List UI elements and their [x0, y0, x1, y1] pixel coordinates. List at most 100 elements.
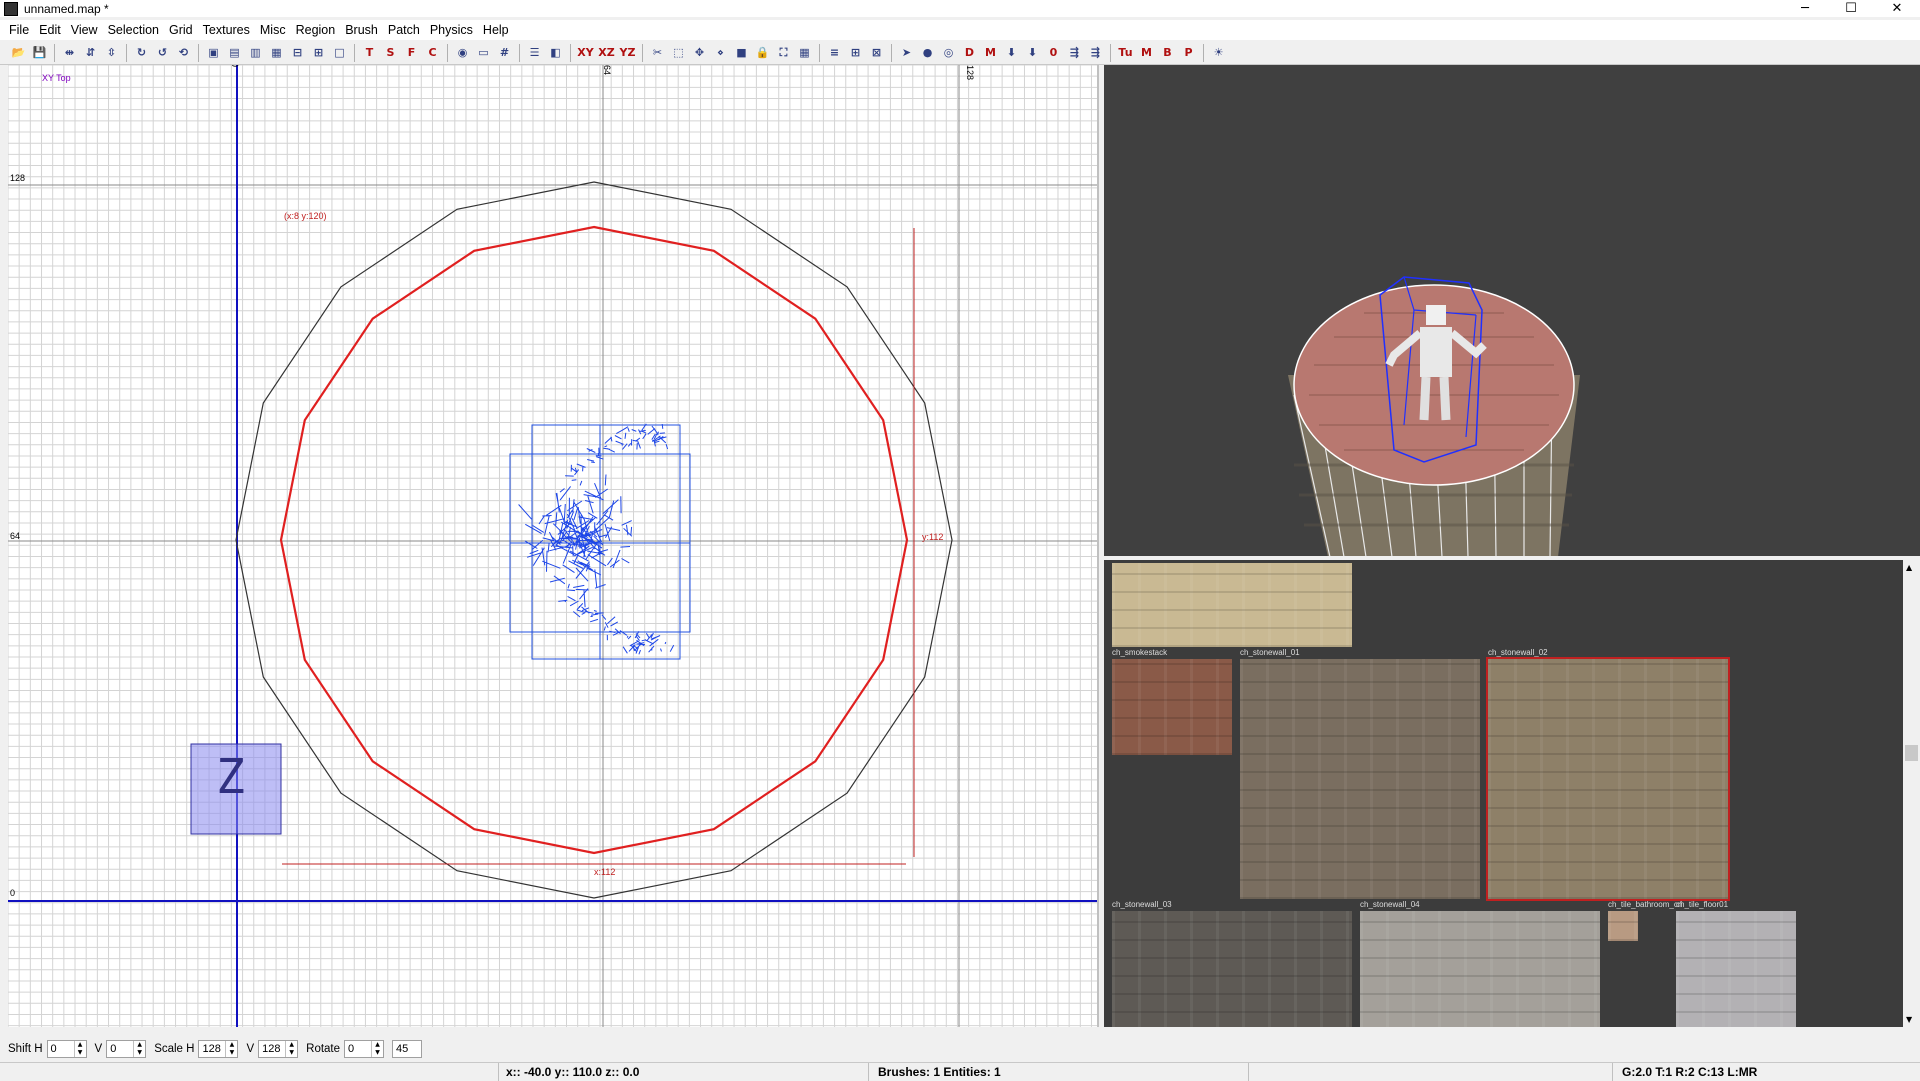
cube-icon[interactable]: ■ — [734, 45, 750, 61]
menu-view[interactable]: View — [66, 20, 103, 40]
light-icon[interactable]: ☀ — [1211, 45, 1227, 61]
texture-thumbnail[interactable] — [1240, 659, 1480, 899]
player-model-wireframe[interactable] — [518, 423, 675, 655]
view-xy-icon[interactable]: XY — [577, 45, 593, 61]
rotate-y-icon[interactable]: ↺ — [155, 45, 171, 61]
m2-icon[interactable]: M — [1139, 45, 1155, 61]
vertex-icon[interactable]: ⋄ — [713, 45, 729, 61]
menu-region[interactable]: Region — [291, 20, 341, 40]
texture-thumbnail[interactable] — [1360, 911, 1600, 1027]
select-touching-icon[interactable]: ▤ — [227, 45, 243, 61]
path-2-icon[interactable]: ⇶ — [1088, 45, 1104, 61]
hollow-icon[interactable]: □ — [332, 45, 348, 61]
texture-fit-icon[interactable]: F — [404, 45, 420, 61]
view-xz-icon[interactable]: XZ — [598, 45, 614, 61]
texture-thumbnail[interactable] — [1608, 911, 1638, 941]
shift-h-value: 0 — [50, 1043, 57, 1055]
red-circle-icon[interactable]: ● — [920, 45, 936, 61]
cycle-layer-icon[interactable]: C — [425, 45, 441, 61]
flip-y-icon[interactable]: ⇵ — [83, 45, 99, 61]
p-icon[interactable]: P — [1181, 45, 1197, 61]
down-2-icon[interactable]: ⬇ — [1025, 45, 1041, 61]
camera-view[interactable] — [1104, 65, 1920, 556]
path-icon[interactable]: ⇶ — [1067, 45, 1083, 61]
down-icon[interactable]: ⬇ — [1004, 45, 1020, 61]
scale-lock-icon[interactable]: S — [383, 45, 399, 61]
view-change-icon[interactable]: ▭ — [476, 45, 492, 61]
texture-lock-icon[interactable]: T — [362, 45, 378, 61]
grid-icon[interactable]: # — [497, 45, 513, 61]
menu-grid[interactable]: Grid — [164, 20, 198, 40]
menu-brush[interactable]: Brush — [340, 20, 383, 40]
select-complete-icon[interactable]: ▣ — [206, 45, 222, 61]
m-icon[interactable]: M — [983, 45, 999, 61]
lock-icon[interactable]: 🔒 — [755, 45, 771, 61]
tu-icon[interactable]: Tu — [1118, 45, 1134, 61]
status-grid: G:2.0 T:1 R:2 C:13 L:MR — [1622, 1065, 1758, 1079]
texture-thumbnail[interactable] — [1676, 911, 1796, 1027]
xy-top-view[interactable]: XY Top 0 64 128 128 64 0 (x:8 y:120) x:1… — [8, 65, 1099, 1027]
shift-h-spinner[interactable]: ▲ ▼ — [73, 1041, 86, 1057]
menu-textures[interactable]: Textures — [198, 20, 255, 40]
texture-thumbnail[interactable] — [1112, 659, 1232, 755]
scroll-down-icon[interactable]: ▼ — [1906, 1015, 1912, 1024]
menu-patch[interactable]: Patch — [383, 20, 425, 40]
pointer-icon[interactable]: ➤ — [899, 45, 915, 61]
close-button[interactable]: ✕ — [1874, 0, 1920, 17]
flip-z-icon[interactable]: ⇳ — [104, 45, 120, 61]
texture-thumbnail[interactable] — [1486, 657, 1730, 901]
csg-subtract-icon[interactable]: ⊟ — [290, 45, 306, 61]
csg-merge-icon[interactable]: ⊞ — [311, 45, 327, 61]
shift-v-spinner[interactable]: ▲ ▼ — [133, 1041, 145, 1057]
rotate-x-icon[interactable]: ↻ — [134, 45, 150, 61]
scroll-thumb[interactable] — [1905, 745, 1918, 761]
save-icon[interactable]: 💾 — [32, 45, 48, 61]
patch-insert-icon[interactable]: ⊞ — [848, 45, 864, 61]
maximize-button[interactable]: ☐ — [1828, 0, 1874, 17]
patch-bend-icon[interactable]: ≡ — [827, 45, 843, 61]
red-circle-2-icon[interactable]: ◎ — [941, 45, 957, 61]
rotate-z-icon[interactable]: ⟲ — [176, 45, 192, 61]
drag-icon[interactable]: ✥ — [692, 45, 708, 61]
rotate-step-input[interactable]: 45 — [392, 1040, 423, 1058]
scale-v-input[interactable]: 128 ▲ ▼ — [258, 1040, 299, 1058]
select-inside-icon[interactable]: ▦ — [269, 45, 285, 61]
minimize-button[interactable]: ─ — [1782, 0, 1828, 17]
rotate-spinner[interactable]: ▲ ▼ — [371, 1041, 383, 1057]
shift-h-input[interactable]: 0 ▲ ▼ — [46, 1040, 87, 1058]
scale-h-input[interactable]: 128 ▲ ▼ — [198, 1040, 239, 1058]
menu-selection[interactable]: Selection — [103, 20, 164, 40]
texture-scrollbar[interactable]: ▲ ▼ — [1903, 560, 1920, 1027]
zero-icon[interactable]: 0 — [1046, 45, 1062, 61]
open-icon[interactable]: 📂 — [11, 45, 27, 61]
scroll-up-icon[interactable]: ▲ — [1906, 563, 1912, 572]
select-icon[interactable]: ⬚ — [671, 45, 687, 61]
texture-thumbnail[interactable] — [1112, 563, 1352, 647]
camera-move-icon[interactable]: ⛶ — [776, 45, 792, 61]
toolbar-separator — [1110, 43, 1111, 62]
texture-browser[interactable]: ch_smokestack ch_stonewall_01 ch_stonewall… — [1104, 560, 1920, 1027]
select-partial-icon[interactable]: ▥ — [248, 45, 264, 61]
overlay-icon[interactable]: ▦ — [797, 45, 813, 61]
menu-physics[interactable]: Physics — [425, 20, 478, 40]
view-yz-icon[interactable]: YZ — [620, 45, 636, 61]
patch-delete-icon[interactable]: ⊠ — [869, 45, 885, 61]
grid-canvas[interactable] — [8, 65, 1099, 1027]
shift-v-input[interactable]: 0 ▲ ▼ — [106, 1040, 147, 1058]
texture-thumbnail[interactable] — [1112, 911, 1352, 1027]
menu-file[interactable]: File — [4, 20, 34, 40]
clipper-icon[interactable]: ✂ — [650, 45, 666, 61]
scale-h-spinner[interactable]: ▲ ▼ — [225, 1041, 237, 1057]
menu-misc[interactable]: Misc — [255, 20, 291, 40]
flip-x-icon[interactable]: ⇹ — [62, 45, 78, 61]
camera-icon[interactable]: ◉ — [455, 45, 471, 61]
rotate-input[interactable]: 0 ▲ ▼ — [344, 1040, 385, 1058]
b-icon[interactable]: B — [1160, 45, 1176, 61]
scale-v-spinner[interactable]: ▲ ▼ — [285, 1041, 297, 1057]
entities-icon[interactable]: ☰ — [527, 45, 543, 61]
menu-help[interactable]: Help — [478, 20, 514, 40]
menu-edit[interactable]: Edit — [34, 20, 66, 40]
selected-brush-polygon[interactable] — [279, 225, 909, 855]
show-icon[interactable]: ◧ — [548, 45, 564, 61]
d-icon[interactable]: D — [962, 45, 978, 61]
